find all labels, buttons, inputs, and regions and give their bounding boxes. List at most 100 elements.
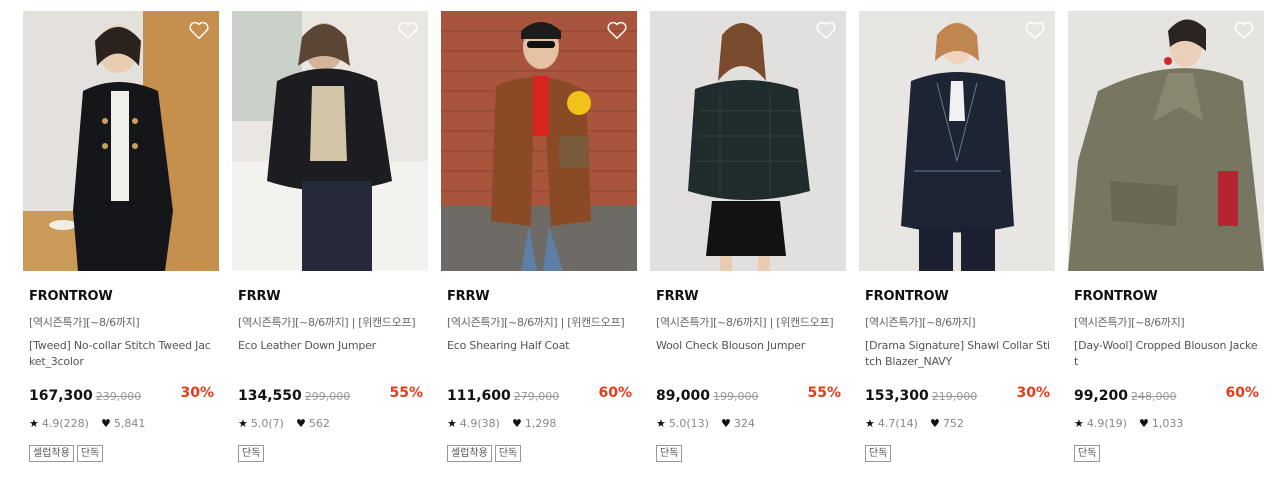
star-icon: ★: [656, 417, 666, 430]
rating-value: 5.0(7): [250, 417, 284, 430]
review-row: ★ 4.7(14) ♥ 752: [865, 417, 1055, 431]
heart-outline-icon[interactable]: [1024, 19, 1046, 41]
star-icon: ★: [1074, 417, 1084, 430]
heart-outline-icon[interactable]: [188, 19, 210, 41]
heart-icon: ♥: [929, 417, 940, 430]
price-row: 111,600 279,000 60%: [447, 385, 637, 405]
tag-list: 셀럽착용 단독: [447, 441, 637, 462]
price-row: 167,300 239,000 30%: [29, 385, 219, 405]
product-card[interactable]: FRRW [역시즌특가][~8/6까지] | [위캔드오프] Wool Chec…: [650, 11, 846, 462]
likes-count: 562: [308, 417, 330, 430]
tag-badge: 단독: [1074, 445, 1101, 462]
likes-count: 5,841: [113, 417, 146, 430]
tag-list: 셀럽착용 단독: [29, 441, 219, 462]
product-image[interactable]: [441, 11, 637, 271]
original-price: 299,000: [304, 390, 351, 403]
heart-icon: ♥: [100, 417, 111, 430]
promo-text: [역시즌특가][~8/6까지]: [865, 316, 976, 329]
review-row: ★ 4.9(38) ♥ 1,298: [447, 417, 637, 431]
original-price: 239,000: [95, 390, 142, 403]
product-image[interactable]: [232, 11, 428, 271]
original-price: 219,000: [931, 390, 978, 403]
original-price: 199,000: [713, 390, 759, 403]
promo-text: [역시즌특가][~8/6까지] | [위캔드오프]: [656, 316, 834, 329]
heart-outline-icon[interactable]: [1233, 19, 1255, 41]
product-card[interactable]: FRONTROW [역시즌특가][~8/6까지] [Tweed] No-coll…: [23, 11, 219, 462]
review-row: ★ 4.9(19) ♥ 1,033: [1074, 417, 1264, 431]
product-photo: [1068, 11, 1264, 271]
price-row: 89,000 199,000 55%: [656, 385, 846, 405]
tag-list: 단독: [865, 441, 1055, 462]
brand-name[interactable]: FRONTROW: [1074, 289, 1264, 305]
heart-outline-icon[interactable]: [606, 19, 628, 41]
product-name[interactable]: [Tweed] No-collar Stitch Tweed Jacket_3c…: [29, 338, 215, 374]
product-photo: [23, 11, 219, 271]
product-photo: [650, 11, 846, 271]
star-icon: ★: [238, 417, 248, 430]
tag-badge: 단독: [494, 445, 522, 462]
product-name[interactable]: Eco Leather Down Jumper: [238, 338, 424, 374]
heart-icon: ♥: [720, 417, 731, 430]
tag-list: 단독: [1074, 441, 1264, 462]
product-image[interactable]: [650, 11, 846, 271]
product-card[interactable]: FRRW [역시즌특가][~8/6까지] | [위캔드오프] Eco Leath…: [232, 11, 428, 462]
product-photo: [441, 11, 637, 271]
tag-badge: 셀럽착용: [29, 445, 74, 462]
product-image[interactable]: [1068, 11, 1264, 271]
likes-count: 1,033: [1151, 417, 1184, 430]
heart-outline-icon[interactable]: [397, 19, 419, 41]
product-name[interactable]: [Day-Wool] Cropped Blouson Jacket: [1074, 338, 1260, 374]
brand-name[interactable]: FRONTROW: [29, 289, 219, 305]
discount-rate: 55%: [807, 385, 841, 401]
product-photo: [232, 11, 428, 271]
product-name[interactable]: [Drama Signature] Shawl Collar Stitch Bl…: [865, 338, 1051, 374]
rating-value: 4.9(38): [459, 417, 500, 430]
rating-value: 4.9(228): [41, 417, 89, 430]
star-icon: ★: [865, 417, 875, 430]
original-price: 279,000: [513, 390, 560, 403]
brand-name[interactable]: FRRW: [238, 289, 428, 305]
discount-rate: 60%: [598, 385, 632, 401]
tag-list: 단독: [238, 441, 428, 462]
price-row: 99,200 248,000 60%: [1074, 385, 1264, 405]
price-row: 153,300 219,000 30%: [865, 385, 1055, 405]
tag-badge: 단독: [656, 445, 683, 462]
product-image[interactable]: [859, 11, 1055, 271]
product-card[interactable]: FRONTROW [역시즌특가][~8/6까지] [Drama Signatur…: [859, 11, 1055, 462]
sale-price: 167,300: [29, 388, 93, 404]
heart-outline-icon[interactable]: [815, 19, 837, 41]
heart-icon: ♥: [511, 417, 522, 430]
product-card[interactable]: FRONTROW [역시즌특가][~8/6까지] [Day-Wool] Crop…: [1068, 11, 1264, 462]
brand-name[interactable]: FRONTROW: [865, 289, 1055, 305]
review-row: ★ 5.0(7) ♥ 562: [238, 417, 428, 431]
review-row: ★ 4.9(228) ♥ 5,841: [29, 417, 219, 431]
sale-price: 134,550: [238, 388, 302, 404]
product-card[interactable]: FRRW [역시즌특가][~8/6까지] | [위캔드오프] Eco Shear…: [441, 11, 637, 462]
sale-price: 99,200: [1074, 388, 1129, 404]
tag-badge: 단독: [238, 445, 265, 462]
promo-text: [역시즌특가][~8/6까지]: [29, 316, 140, 329]
brand-name[interactable]: FRRW: [656, 289, 846, 305]
tag-badge: 셀럽착용: [447, 445, 492, 462]
likes-count: 324: [733, 417, 755, 430]
likes-count: 1,298: [524, 417, 557, 430]
discount-rate: 30%: [180, 385, 214, 401]
sale-price: 89,000: [656, 388, 711, 404]
tag-badge: 단독: [76, 445, 104, 462]
discount-rate: 60%: [1225, 385, 1259, 401]
rating-value: 5.0(13): [668, 417, 709, 430]
discount-rate: 30%: [1016, 385, 1050, 401]
product-image[interactable]: [23, 11, 219, 271]
product-photo: [859, 11, 1055, 271]
brand-name[interactable]: FRRW: [447, 289, 637, 305]
product-name[interactable]: Wool Check Blouson Jumper: [656, 338, 842, 374]
original-price: 248,000: [1131, 390, 1177, 403]
promo-text: [역시즌특가][~8/6까지]: [1074, 316, 1185, 329]
rating-value: 4.9(19): [1086, 417, 1127, 430]
rating-value: 4.7(14): [877, 417, 918, 430]
sale-price: 153,300: [865, 388, 929, 404]
review-row: ★ 5.0(13) ♥ 324: [656, 417, 846, 431]
star-icon: ★: [29, 417, 39, 430]
product-name[interactable]: Eco Shearing Half Coat: [447, 338, 633, 374]
sale-price: 111,600: [447, 388, 511, 404]
